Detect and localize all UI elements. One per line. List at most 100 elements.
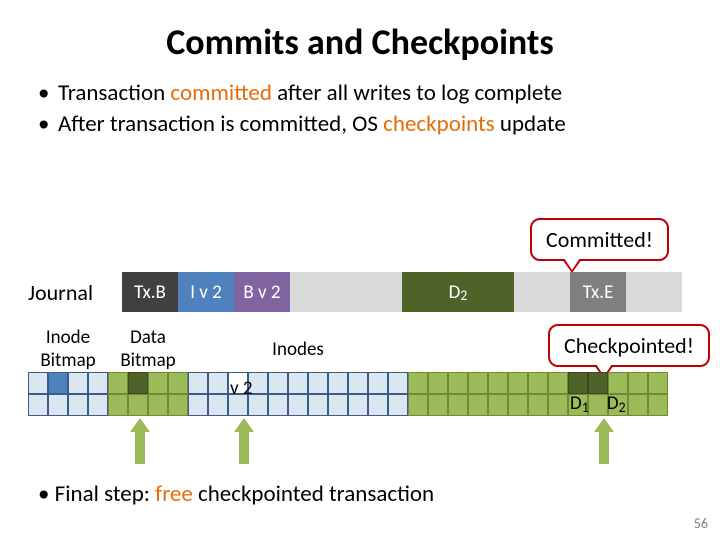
bullet-1: Transaction committed after all writes t… [38,78,682,109]
journal-txe: Tx.E [570,272,626,312]
data-d1-cell [568,372,588,394]
bullet-1-em: committed [170,79,272,107]
grid-cell [528,394,548,416]
grid-cell [628,372,648,394]
grid-cell [268,372,288,394]
journal-d2: D2 [402,272,514,312]
grid-cell [128,394,148,416]
checkpointed-callout: Checkpointed! [548,324,710,367]
inode-v2-label: v 2 [230,377,253,400]
grid-cell [208,394,228,416]
grid-cell-inode-used [48,372,68,394]
grid-cell [508,394,528,416]
grid-cell [468,394,488,416]
grid-cell [108,394,128,416]
arrow-up-icon [130,418,150,464]
bullet-list: Transaction committed after all writes t… [0,78,720,140]
grid-cell [108,372,128,394]
journal-d2-d: D [449,281,461,304]
arrow-up-icon [594,418,614,464]
d2-label: D2 [607,392,626,415]
grid-cell [168,372,188,394]
grid-row-1 [28,372,668,394]
bullet-2-pre: After transaction is committed, OS [58,110,383,138]
grid-cell [548,394,568,416]
grid-cell [168,394,188,416]
journal-label: Journal [28,279,122,306]
grid-cell [368,394,388,416]
grid-cell [68,394,88,416]
callout-tail-icon [562,259,582,273]
data-bitmap-label: Data Bitmap [108,326,188,372]
grid-cell [188,394,208,416]
grid-cell [28,394,48,416]
bullet-2-post: update [495,110,566,138]
grid-cell [308,372,328,394]
journal-iv2: I v 2 [178,272,234,312]
grid-cell-data-used [128,372,148,394]
committed-text: Committed! [546,226,653,253]
grid-cell [288,372,308,394]
bullet-1-pre: Transaction [58,79,170,107]
grid-cell [148,372,168,394]
grid-cell [408,372,428,394]
inodes-label: Inodes [188,326,408,372]
grid-cell [68,372,88,394]
grid-cell [48,394,68,416]
grid-cell [468,372,488,394]
checkpointed-text: Checkpointed! [564,332,694,359]
journal-gap [290,272,402,312]
grid-cell [88,394,108,416]
bullet-2-em: checkpoints [383,110,495,138]
journal-txb: Tx.B [122,272,178,312]
grid-cell [388,372,408,394]
inode-bitmap-label: Inode Bitmap [28,326,108,372]
grid-cell [488,394,508,416]
grid-cell [388,394,408,416]
journal-track: Tx.B I v 2 B v 2 D2 Tx.E [122,272,682,312]
journal-bv2: B v 2 [234,272,290,312]
grid-cell [368,372,388,394]
bullet-1-post: after all writes to log complete [272,79,562,107]
arrow-up-icon [234,418,254,464]
page-number: 56 [694,515,708,532]
grid-cell [28,372,48,394]
grid-cell [348,372,368,394]
journal-gap2 [514,272,570,312]
grid-cell [408,394,428,416]
d1-label: D1 [570,392,589,415]
grid-cell [448,372,468,394]
grid-cell [328,372,348,394]
grid-cell [288,394,308,416]
grid-cell [308,394,328,416]
grid-cell [148,394,168,416]
data-d2-cell [588,372,608,394]
grid-cell [428,372,448,394]
final-em: free [155,480,193,508]
final-pre: Final step: [55,480,156,508]
grid-cell [448,394,468,416]
grid-cell [88,372,108,394]
bullet-2: After transaction is committed, OS check… [38,109,682,140]
grid-cell [528,372,548,394]
grid-cell [628,394,648,416]
grid-cell [188,372,208,394]
committed-callout: Committed! [530,218,669,261]
grid-cell [328,394,348,416]
grid-cell [428,394,448,416]
final-step-bullet: Final step: free checkpointed transactio… [38,480,434,508]
d1-d2-labels: D1 D2 [570,392,626,415]
grid-cell [208,372,228,394]
grid-cell [348,394,368,416]
journal-d2-sub: 2 [460,287,467,304]
grid-cell [548,372,568,394]
grid-cell [488,372,508,394]
grid-cell [648,372,668,394]
journal-row: Journal Tx.B I v 2 B v 2 D2 Tx.E [28,272,682,312]
grid-cell [608,372,628,394]
slide-title: Commits and Checkpoints [0,0,720,78]
grid-cell [648,394,668,416]
grid-cell [268,394,288,416]
grid-cell [508,372,528,394]
final-post: checkpointed transaction [193,480,434,508]
